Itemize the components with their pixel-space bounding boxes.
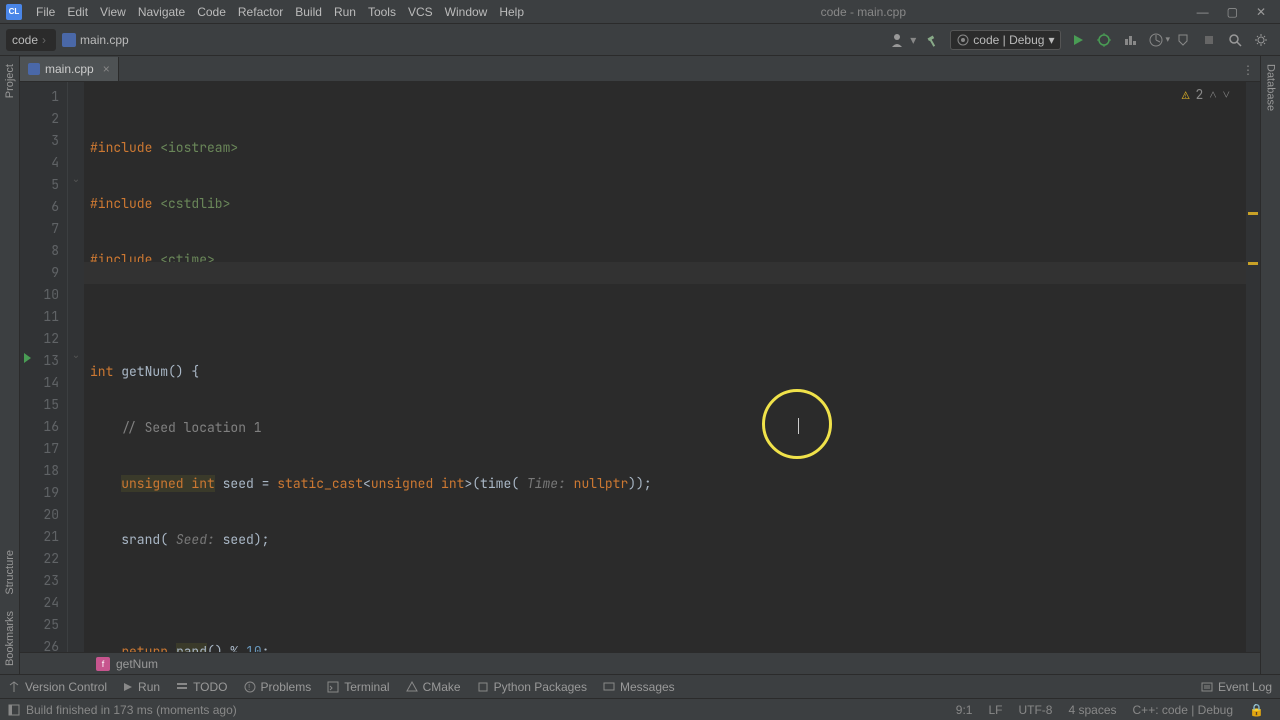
navigation-toolbar: code › main.cpp ▾ code | Debug ▾ ▾: [0, 24, 1280, 56]
chevron-down-icon: ▾: [1048, 33, 1054, 47]
status-indent[interactable]: 4 spaces: [1060, 703, 1124, 717]
hammer-icon[interactable]: [922, 29, 944, 51]
chevron-down-icon[interactable]: ▾: [1165, 34, 1170, 45]
user-icon[interactable]: [886, 29, 908, 51]
tw-terminal[interactable]: Terminal: [327, 680, 389, 694]
window-title: code - main.cpp: [530, 5, 1197, 19]
rail-structure[interactable]: Structure: [4, 542, 16, 603]
editor-breadcrumb[interactable]: f getNum: [20, 652, 1260, 674]
tw-run[interactable]: Run: [123, 680, 160, 694]
status-message: Build finished in 173 ms (moments ago): [26, 703, 237, 717]
chevron-right-icon: ›: [42, 33, 46, 47]
run-config-select[interactable]: code | Debug ▾: [950, 30, 1061, 50]
menu-edit[interactable]: Edit: [61, 5, 94, 19]
app-logo-icon: CL: [6, 4, 22, 20]
search-icon[interactable]: [1224, 29, 1246, 51]
tabs-more-icon[interactable]: ⋮: [1236, 59, 1260, 81]
tw-python-packages[interactable]: Python Packages: [477, 680, 587, 694]
run-gutter-icon[interactable]: [24, 353, 31, 363]
menubar: CL File Edit View Navigate Code Refactor…: [0, 0, 1280, 24]
run-config-label: code | Debug: [973, 33, 1044, 47]
menu-build[interactable]: Build: [289, 5, 328, 19]
editor-tab-label: main.cpp: [45, 62, 94, 76]
tw-event-log[interactable]: Event Log: [1201, 680, 1272, 694]
tw-todo[interactable]: TODO: [176, 680, 227, 694]
tw-version-control[interactable]: Version Control: [8, 680, 107, 694]
line-gutter[interactable]: 1 2 3 4 5 6 7 8 9 10 11 12 13 14 15 16 1…: [20, 82, 68, 652]
menu-vcs[interactable]: VCS: [402, 5, 439, 19]
breadcrumb-file-label: main.cpp: [80, 33, 129, 47]
profile-button[interactable]: [1145, 29, 1167, 51]
debug-button[interactable]: [1093, 29, 1115, 51]
menu-view[interactable]: View: [94, 5, 132, 19]
rail-project[interactable]: Project: [4, 56, 16, 106]
settings-icon[interactable]: [1250, 29, 1272, 51]
editor-tabs: main.cpp × ⋮: [20, 56, 1260, 82]
next-highlight-icon[interactable]: ˅: [1223, 86, 1230, 103]
cpp-file-icon: [28, 63, 40, 75]
run-button[interactable]: [1067, 29, 1089, 51]
lock-icon[interactable]: 🔒: [1241, 703, 1272, 717]
cpp-file-icon: [62, 33, 76, 47]
editor-scrollbar[interactable]: [1246, 82, 1260, 652]
menu-help[interactable]: Help: [493, 5, 530, 19]
status-position[interactable]: 9:1: [948, 703, 981, 717]
rail-database[interactable]: Database: [1265, 56, 1277, 119]
warning-icon[interactable]: ⚠: [1182, 86, 1190, 103]
breadcrumb-file[interactable]: main.cpp: [62, 33, 129, 47]
breadcrumb-item[interactable]: code: [12, 33, 38, 47]
minimize-icon[interactable]: —: [1197, 5, 1209, 19]
left-tool-rail: Project Structure Bookmarks: [0, 56, 20, 674]
target-icon: [957, 34, 969, 46]
breadcrumb[interactable]: code ›: [6, 29, 56, 51]
code-editor[interactable]: #include <iostream> #include <cstdlib> #…: [84, 82, 1246, 652]
menu-file[interactable]: File: [30, 5, 61, 19]
svg-text:!: !: [248, 683, 250, 692]
editor-tab-main-cpp[interactable]: main.cpp ×: [20, 57, 119, 81]
status-encoding[interactable]: UTF-8: [1010, 703, 1060, 717]
close-icon[interactable]: ×: [103, 62, 110, 76]
tw-messages[interactable]: Messages: [603, 680, 675, 694]
warning-count: 2: [1196, 86, 1204, 103]
status-bar: Build finished in 173 ms (moments ago) 9…: [0, 698, 1280, 720]
tool-window-bar: Version Control Run TODO ! Problems Term…: [0, 674, 1280, 698]
tw-problems[interactable]: ! Problems: [244, 680, 312, 694]
prev-highlight-icon[interactable]: ˄: [1209, 86, 1216, 103]
tool-windows-icon[interactable]: [8, 704, 20, 716]
menu-refactor[interactable]: Refactor: [232, 5, 289, 19]
close-icon[interactable]: ✕: [1256, 5, 1266, 19]
editor-breadcrumb-func: getNum: [116, 657, 158, 671]
function-icon: f: [96, 657, 110, 671]
status-context[interactable]: C++: code | Debug: [1125, 703, 1242, 717]
menu-run[interactable]: Run: [328, 5, 362, 19]
menu-window[interactable]: Window: [439, 5, 494, 19]
tw-cmake[interactable]: CMake: [406, 680, 461, 694]
right-tool-rail: Database: [1260, 56, 1280, 674]
menu-navigate[interactable]: Navigate: [132, 5, 191, 19]
maximize-icon[interactable]: ▢: [1227, 5, 1238, 19]
attach-button[interactable]: [1172, 29, 1194, 51]
chevron-down-icon[interactable]: ▾: [910, 33, 916, 47]
menu-tools[interactable]: Tools: [362, 5, 402, 19]
rail-bookmarks[interactable]: Bookmarks: [4, 603, 16, 674]
stop-button[interactable]: [1198, 29, 1220, 51]
coverage-button[interactable]: [1119, 29, 1141, 51]
editor-area: main.cpp × ⋮ 1 2 3 4 5 6 7 8 9 10 11 12 …: [20, 56, 1260, 674]
status-eol[interactable]: LF: [980, 703, 1010, 717]
menu-code[interactable]: Code: [191, 5, 232, 19]
